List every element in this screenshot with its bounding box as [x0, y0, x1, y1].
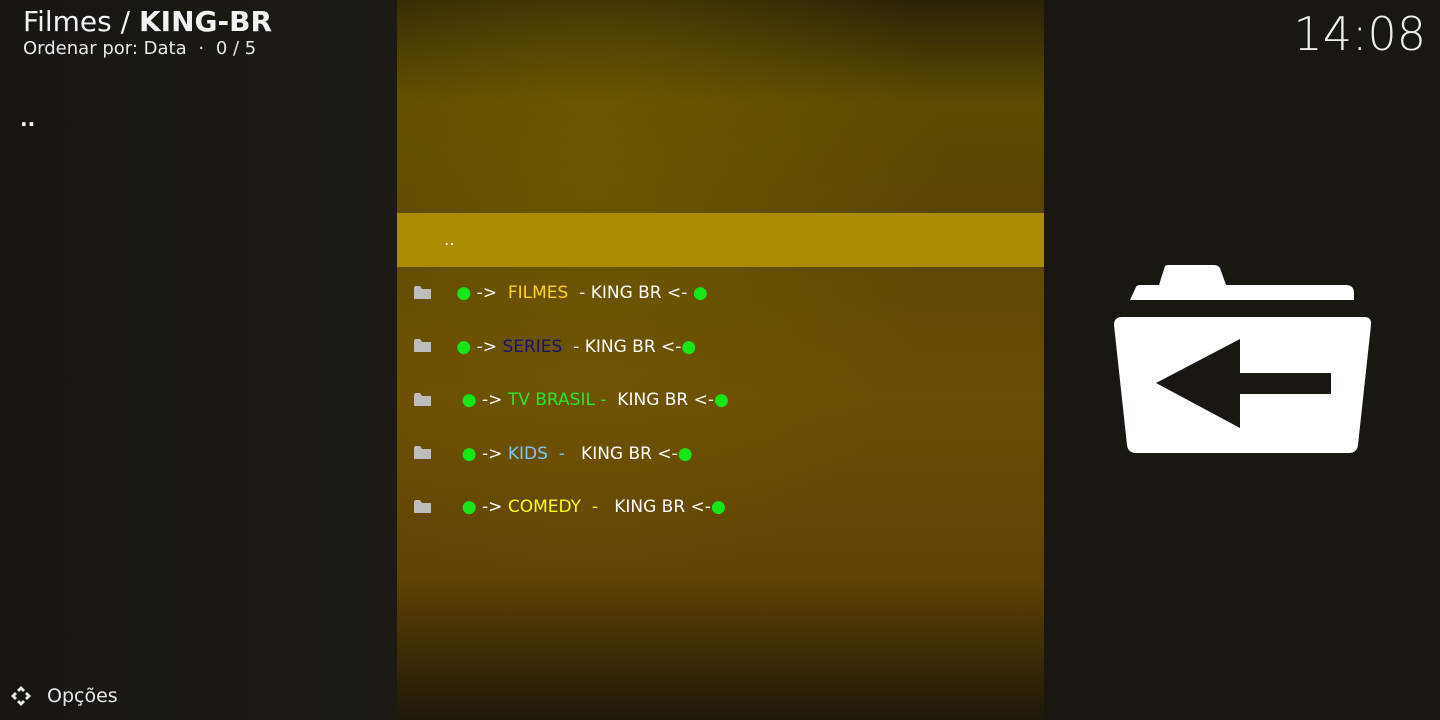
list-item-label: ● -> KIDS - KING BR <- ● [451, 427, 693, 481]
arrow-text: -> [476, 336, 503, 357]
list-item[interactable]: ● -> COMEDY - KING BR <- ● [397, 481, 1044, 535]
bullet-icon: ● [451, 283, 477, 304]
arrow-text: -> [482, 497, 508, 518]
list-item-label: ● -> TV BRASIL - KING BR <- ● [451, 374, 729, 428]
arrow-text: -> [482, 443, 508, 464]
breadcrumb-current: KING-BR [138, 5, 273, 38]
folder-icon [414, 285, 431, 299]
item-suffix: KING BR <- [584, 336, 682, 357]
breadcrumb: Filmes / KING-BR [23, 4, 272, 40]
folder-icon [414, 339, 431, 352]
item-dash: - [594, 390, 612, 411]
bullet-icon: ● [714, 390, 729, 411]
bullet-icon: ● [451, 497, 483, 518]
list-item[interactable]: ● -> SERIES - KING BR <- ● [397, 320, 1044, 374]
item-dash: - [573, 283, 591, 304]
bullet-icon: ● [451, 443, 483, 464]
bullet-icon: ● [677, 443, 693, 464]
options-icon [11, 686, 31, 706]
options-button[interactable]: Opções [9, 683, 118, 709]
item-dash: - [581, 497, 609, 518]
item-suffix: KING BR <- [590, 283, 693, 304]
clock: 14:08 [1293, 7, 1426, 61]
file-list: .. ● -> FILMES - KING BR <- ● ● -> SERIE… [397, 213, 1044, 534]
list-item[interactable]: ● -> TV BRASIL - KING BR <- ● [397, 374, 1044, 428]
bullet-icon: ● [451, 390, 483, 411]
list-item-parent[interactable]: .. [397, 213, 1044, 267]
item-name: FILMES [502, 283, 574, 304]
parent-row-label: .. [444, 229, 455, 250]
options-label: Opções [47, 685, 118, 707]
item-suffix: KING BR <- [608, 497, 711, 518]
list-item[interactable]: ● -> KIDS - KING BR <- ● [397, 427, 1044, 481]
folder-icon [414, 446, 431, 459]
list-item-label: ● -> SERIES - KING BR <- ● [451, 320, 696, 374]
bullet-icon: ● [710, 497, 726, 518]
list-item-label: ● -> FILMES - KING BR <- ● [451, 267, 708, 321]
list-item-label: ● -> COMEDY - KING BR <- ● [451, 481, 726, 535]
item-name: TV BRASIL [507, 390, 595, 411]
folder-back-icon [1114, 265, 1372, 453]
left-panel [0, 0, 397, 720]
arrow-text: -> [482, 390, 508, 411]
item-position: 0 / 5 [215, 38, 257, 59]
folder-icon [414, 392, 431, 406]
item-dash: - [547, 443, 576, 464]
separator: · [198, 38, 205, 59]
item-name: SERIES [502, 336, 563, 357]
sort-label: Ordenar por: Data [23, 38, 187, 59]
item-suffix: KING BR <- [611, 390, 715, 411]
sort-info: Ordenar por: Data · 0 / 5 [23, 37, 256, 61]
arrow-text: -> [476, 283, 503, 304]
bullet-icon: ● [692, 283, 708, 304]
item-name: KIDS [507, 443, 548, 464]
bullet-icon: ● [451, 336, 477, 357]
bullet-icon: ● [681, 336, 697, 357]
sidebar-parent-item[interactable]: .. [20, 107, 35, 131]
item-dash: - [562, 336, 585, 357]
item-name: COMEDY [507, 497, 582, 518]
breadcrumb-parent: Filmes / [23, 5, 139, 38]
list-item[interactable]: ● -> FILMES - KING BR <- ● [397, 267, 1044, 321]
item-suffix: KING BR <- [575, 443, 678, 464]
folder-icon [414, 499, 431, 513]
